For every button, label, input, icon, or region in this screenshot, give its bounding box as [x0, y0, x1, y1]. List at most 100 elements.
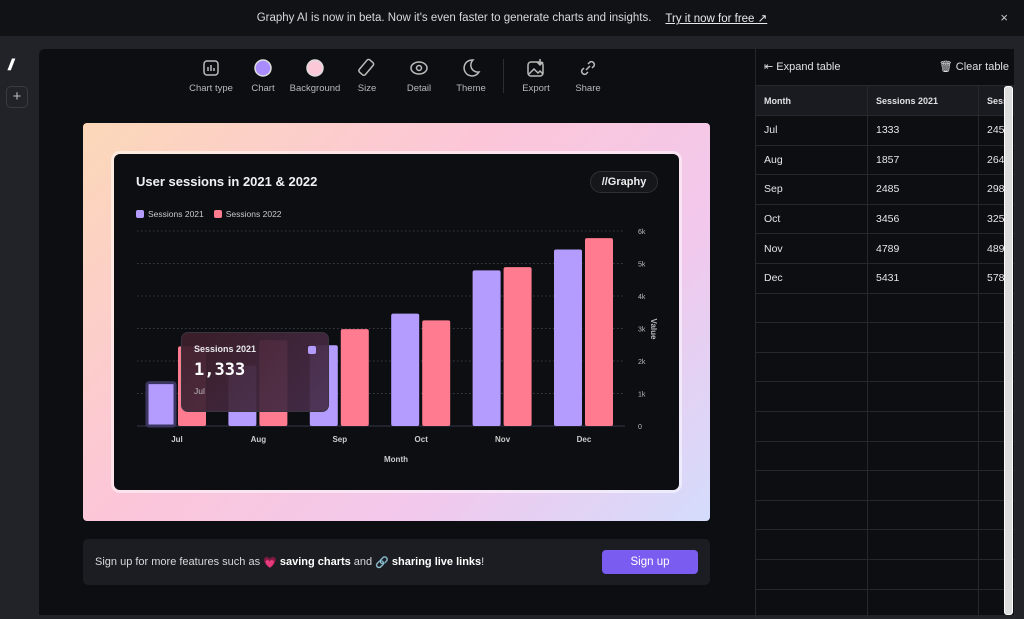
table-scrollbar[interactable] [1004, 86, 1013, 615]
table-cell[interactable]: Jul [755, 115, 868, 146]
table-cell[interactable]: 2485 [867, 174, 979, 205]
bar-sessions-2021 [391, 313, 420, 426]
table-cell[interactable]: 4789 [867, 233, 979, 264]
table-row [755, 410, 1015, 442]
table-row [755, 440, 1015, 472]
table-cell[interactable] [867, 351, 979, 383]
signup-bold: saving charts [279, 556, 351, 568]
table-row [755, 381, 1015, 412]
table-row [755, 499, 1015, 531]
table-cell[interactable] [867, 440, 979, 472]
y-tick-label: 5k [638, 262, 646, 269]
table-row: Sep 2485 298 [755, 174, 1015, 205]
tooltip-series: Sessions 2021 [194, 344, 257, 354]
table-cell[interactable] [755, 322, 868, 353]
table-cell[interactable]: 1333 [867, 115, 979, 146]
y-axis-title: Value [649, 319, 658, 340]
y-tick-label: 3k [638, 327, 646, 334]
y-tick-label: 6k [638, 229, 646, 236]
tooltip-month: Jul [194, 386, 205, 396]
table-cell[interactable]: 3456 [867, 203, 979, 235]
table-cell[interactable] [867, 410, 979, 442]
table-cell[interactable] [755, 410, 868, 442]
expand-icon: ⇤ [764, 61, 777, 73]
signup-bold: sharing live links [391, 556, 482, 568]
table-row [755, 351, 1015, 383]
table-row: Nov 4789 489 [755, 233, 1015, 264]
x-axis-title: Month [384, 455, 408, 464]
table-row [755, 558, 1015, 590]
x-tick-label: Aug [251, 435, 267, 444]
bar-sessions-2022 [503, 267, 532, 426]
heart-icon: 💗 [263, 556, 277, 569]
signup-text: Sign up for more features such as [95, 556, 261, 568]
column-header[interactable]: Month [755, 85, 868, 116]
bar-sessions-2021 [554, 249, 582, 426]
table-row: Aug 1857 264 [755, 144, 1015, 176]
table-cell[interactable] [755, 588, 868, 619]
table-cell[interactable] [755, 351, 868, 383]
table-cell[interactable] [867, 322, 979, 353]
table-header-row: Month Sessions 2021 Sess [755, 85, 1015, 116]
table-cell[interactable] [867, 381, 979, 412]
table-cell[interactable] [755, 292, 868, 324]
bar-sessions-2022 [585, 238, 613, 426]
table-row: Dec 5431 578 [755, 262, 1015, 294]
signup-bar: Sign up for more features such as 💗 savin… [83, 539, 710, 585]
x-tick-label: Jul [171, 435, 183, 444]
x-tick-label: Nov [495, 435, 511, 444]
table-cell[interactable] [755, 381, 868, 412]
table-cell[interactable] [755, 440, 868, 472]
table-cell[interactable] [867, 588, 979, 619]
table-cell[interactable]: Sep [755, 174, 868, 205]
table-cell[interactable]: Nov [755, 233, 868, 264]
table-cell[interactable] [755, 529, 868, 560]
table-cell[interactable] [867, 470, 979, 501]
expand-label: Expand table [776, 61, 841, 73]
table-row [755, 588, 1015, 619]
table-row: Oct 3456 325 [755, 203, 1015, 235]
table-row [755, 529, 1015, 560]
table-cell[interactable] [867, 558, 979, 590]
x-tick-label: Sep [332, 435, 347, 444]
table-cell[interactable]: Aug [755, 144, 868, 176]
table-cell[interactable]: 5431 [867, 262, 979, 294]
signup-text: ! [481, 556, 485, 568]
link-icon: 🔗 [375, 556, 389, 569]
table-cell[interactable] [867, 292, 979, 324]
table-cell[interactable] [867, 529, 979, 560]
table-cell[interactable]: Oct [755, 203, 868, 235]
bar-sessions-2021 [145, 381, 177, 428]
table-cell[interactable] [867, 499, 979, 531]
table-cell[interactable] [755, 499, 868, 531]
bar-sessions-2022 [340, 329, 369, 426]
x-tick-label: Dec [577, 435, 592, 444]
table-cell[interactable] [755, 558, 868, 590]
tooltip-value: 1,333 [194, 360, 246, 380]
data-table: Month Sessions 2021 Sess Jul 1333 245 Aug 1857 2… [755, 85, 1015, 619]
bar-sessions-2021 [472, 270, 501, 426]
y-tick-label: 0 [638, 424, 642, 431]
table-row [755, 292, 1015, 324]
chart-tooltip: Sessions 2021 1,333 Jul [181, 332, 329, 412]
table-row [755, 322, 1015, 353]
y-tick-label: 2k [638, 359, 646, 366]
trash-icon: 🗑 [938, 61, 956, 73]
table-row [755, 470, 1015, 501]
table-cell[interactable]: 1857 [867, 144, 979, 176]
bar-sessions-2022 [422, 320, 451, 426]
clear-table-button[interactable]: 🗑 Clear table [939, 60, 1009, 73]
table-cell[interactable] [755, 470, 868, 501]
signup-text: and [353, 556, 373, 568]
y-tick-label: 1k [638, 392, 646, 399]
clear-label: Clear table [955, 61, 1009, 73]
tooltip-swatch [308, 346, 316, 354]
table-cell[interactable]: Dec [755, 262, 868, 294]
expand-table-button[interactable]: ⇤ Expand table [764, 60, 841, 73]
x-tick-label: Oct [415, 435, 429, 444]
table-row: Jul 1333 245 [755, 115, 1015, 146]
sign-up-button[interactable]: Sign up [602, 550, 698, 574]
table-toolbar: ⇤ Expand table 🗑 Clear table [764, 60, 1009, 73]
column-header[interactable]: Sessions 2021 [867, 85, 979, 116]
y-tick-label: 4k [638, 294, 646, 301]
